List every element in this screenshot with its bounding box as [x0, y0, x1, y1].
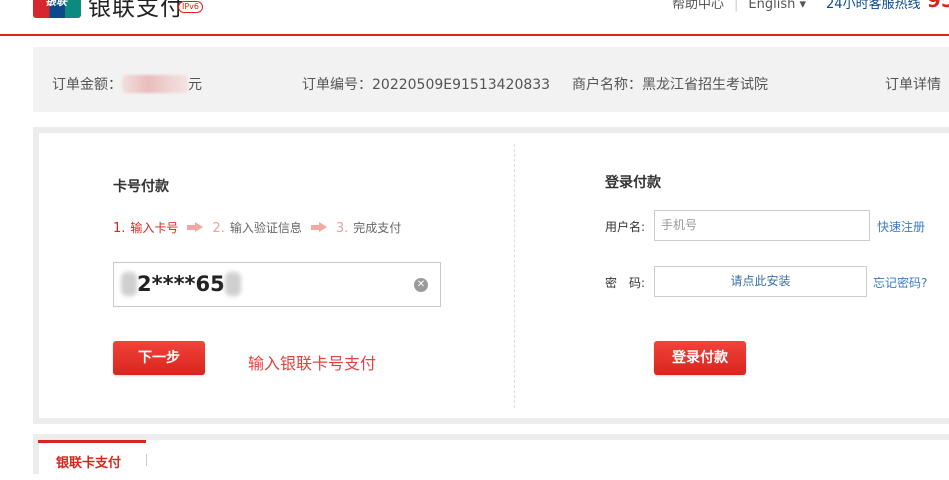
- step-1-number: 1.: [113, 221, 126, 236]
- logo-text: 银联: [45, 0, 67, 8]
- login-pay-button[interactable]: 登录付款: [654, 341, 746, 375]
- order-detail-link[interactable]: 订单详情: [885, 74, 941, 94]
- hotline-label: 24小时客服热线: [826, 0, 921, 12]
- amount-redacted: [122, 75, 188, 93]
- card-pay-title: 卡号付款: [113, 179, 169, 195]
- hotline-number: 95: [927, 0, 949, 12]
- password-install-field[interactable]: 请点此安装: [654, 266, 867, 297]
- amount-unit: 元: [188, 77, 202, 93]
- arrow-right-icon: [187, 222, 204, 232]
- order-number-label: 订单编号：: [302, 77, 372, 93]
- order-amount-label: 订单金额：: [52, 77, 122, 93]
- chevron-down-icon: ▾: [799, 0, 807, 12]
- quick-register-link[interactable]: 快速注册: [877, 218, 925, 235]
- tab-unionpay-card[interactable]: 银联卡支付: [56, 452, 121, 471]
- brand-title: 银联支付: [88, 0, 184, 21]
- username-input[interactable]: 手机号: [654, 210, 870, 241]
- order-number-value: 20220509E91513420833: [372, 77, 551, 93]
- order-amount: 订单金额： 元: [52, 74, 202, 94]
- login-pay-title: 登录付款: [605, 175, 661, 191]
- merchant-name: 商户名称：黑龙江省招生考试院: [572, 74, 768, 94]
- unionpay-logo: 银联: [33, 0, 81, 18]
- help-center-link[interactable]: 帮助中心: [672, 0, 724, 12]
- merchant-label: 商户名称：: [572, 77, 642, 93]
- payment-steps: 1. 输入卡号 2. 输入验证信息 3. 完成支付: [113, 219, 401, 236]
- step-1: 1. 输入卡号: [113, 219, 178, 236]
- forgot-password-link[interactable]: 忘记密码?: [873, 274, 927, 291]
- step-2-number: 2.: [212, 221, 225, 236]
- step-3: 3. 完成支付: [336, 219, 401, 236]
- card-pay-hint: 输入银联卡号支付: [248, 354, 377, 373]
- step-3-number: 3.: [335, 221, 349, 236]
- step-2-label: 输入验证信息: [229, 221, 302, 235]
- card-digits-redacted: [121, 272, 137, 296]
- order-info-bar: 订单金额： 元 订单编号：20220509E91513420833 商户名称：黑龙…: [33, 47, 949, 112]
- arrow-right-icon: [310, 222, 327, 232]
- merchant-value: 黑龙江省招生考试院: [642, 77, 768, 93]
- section-divider: [514, 144, 515, 408]
- clear-icon[interactable]: ✕: [414, 278, 428, 292]
- bottom-panel-inner: [39, 440, 949, 480]
- card-number-input[interactable]: 2****65 ✕: [113, 262, 441, 307]
- username-label: 用户名:: [605, 220, 646, 234]
- step-2: 2. 输入验证信息: [212, 219, 301, 236]
- step-3-label: 完成支付: [353, 221, 402, 235]
- step-1-label: 输入卡号: [130, 221, 179, 235]
- tab-separator: [146, 454, 147, 466]
- language-link[interactable]: English: [748, 0, 795, 12]
- card-digits-redacted: [224, 272, 241, 296]
- top-header: 银联 银联支付 IPv6 帮助中心 | English ▾ 24小时客服热线 95: [0, 0, 949, 36]
- next-step-button[interactable]: 下一步: [113, 341, 205, 375]
- bottom-panel: [33, 434, 949, 480]
- order-number: 订单编号：20220509E91513420833: [302, 74, 550, 94]
- top-links: 帮助中心 | English ▾ 24小时客服热线 95: [672, 0, 949, 12]
- active-tab-indicator: [38, 440, 146, 443]
- password-label: 密 码:: [605, 276, 646, 290]
- card-number-text: 2****65: [137, 272, 225, 296]
- ipv6-badge: IPv6: [178, 1, 204, 13]
